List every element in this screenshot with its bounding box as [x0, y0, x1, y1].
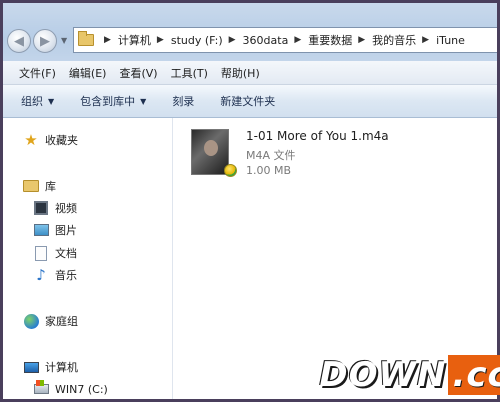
- breadcrumb-important-data[interactable]: 重要数据: [308, 32, 352, 48]
- file-type: M4A 文件: [246, 149, 296, 162]
- chevron-right-icon[interactable]: ▶: [294, 35, 301, 45]
- sidebar-item-label: 音乐: [55, 269, 77, 282]
- organize-label: 组织: [21, 95, 43, 108]
- include-in-library-label: 包含到库中: [80, 95, 136, 108]
- back-button[interactable]: ◀: [7, 29, 31, 53]
- address-area: ◀ ▶ ▼ ▶ 计算机 ▶ study (F:) ▶ 360data ▶ 重要数…: [3, 3, 497, 61]
- picture-icon: [33, 222, 49, 238]
- computer-icon: [23, 359, 39, 375]
- watermark-main: DOWN: [319, 355, 447, 395]
- star-icon: ★: [24, 131, 38, 149]
- sidebar-item-homegroup[interactable]: 家庭组: [23, 313, 78, 329]
- breadcrumb-360data[interactable]: 360data: [243, 34, 289, 47]
- sidebar-item-pictures[interactable]: 图片: [33, 222, 77, 238]
- sidebar-item-documents[interactable]: 文档: [33, 245, 77, 261]
- chevron-right-icon[interactable]: ▶: [104, 35, 111, 45]
- sidebar-item-label: 视频: [55, 202, 77, 215]
- video-icon: [33, 200, 49, 216]
- sidebar-item-label: 家庭组: [45, 315, 78, 328]
- sidebar-item-label: 文档: [55, 247, 77, 260]
- folder-icon: [78, 31, 94, 46]
- sidebar-item-libraries[interactable]: 库: [23, 178, 56, 194]
- chevron-right-icon[interactable]: ▶: [229, 35, 236, 45]
- caret-down-icon: ▼: [140, 96, 147, 106]
- sidebar-item-music[interactable]: ♪ 音乐: [33, 266, 77, 284]
- breadcrumb-computer[interactable]: 计算机: [118, 32, 151, 48]
- menu-tools[interactable]: 工具(T): [171, 65, 208, 81]
- chevron-right-icon[interactable]: ▶: [358, 35, 365, 45]
- command-bar: 组织 ▼ 包含到库中 ▼ 刻录 新建文件夹: [3, 85, 497, 118]
- document-icon: [33, 245, 49, 261]
- sidebar-item-drive-c[interactable]: WIN7 (C:): [33, 380, 108, 397]
- menu-view[interactable]: 查看(V): [119, 65, 157, 81]
- sidebar-item-favorites[interactable]: ★ 收藏夹: [23, 131, 78, 149]
- media-badge-icon: [224, 164, 237, 177]
- sidebar-item-videos[interactable]: 视频: [33, 200, 77, 216]
- organize-button[interactable]: 组织 ▼: [21, 93, 54, 109]
- chevron-right-icon[interactable]: ▶: [157, 35, 164, 45]
- caret-down-icon: ▼: [48, 96, 55, 106]
- arrow-left-icon: ◀: [14, 33, 24, 49]
- new-folder-button[interactable]: 新建文件夹: [220, 93, 275, 109]
- navigation-pane: ★ 收藏夹 库 视频 图片 文档 ♪ 音乐 家庭组 计算机 WIN7 (C:): [3, 118, 173, 399]
- sidebar-item-computer[interactable]: 计算机: [23, 359, 78, 375]
- watermark-tld: .cc: [448, 355, 500, 395]
- menu-help[interactable]: 帮助(H): [221, 65, 260, 81]
- burn-button[interactable]: 刻录: [172, 93, 194, 109]
- sidebar-item-label: 计算机: [45, 361, 78, 374]
- file-size: 1.00 MB: [246, 164, 292, 177]
- sidebar-item-label: 收藏夹: [45, 134, 78, 147]
- recent-pages-dropdown-icon[interactable]: ▼: [61, 36, 67, 45]
- music-note-icon: ♪: [36, 266, 46, 284]
- site-watermark-logo: DOWN.cc: [319, 354, 500, 396]
- sidebar-item-label: 图片: [55, 224, 77, 237]
- library-folder-icon: [23, 178, 39, 194]
- sidebar-item-label: WIN7 (C:): [55, 382, 108, 396]
- breadcrumb-my-music[interactable]: 我的音乐: [372, 32, 416, 48]
- breadcrumb-itunes[interactable]: iTune: [436, 34, 465, 47]
- explorer-window: ◀ ▶ ▼ ▶ 计算机 ▶ study (F:) ▶ 360data ▶ 重要数…: [3, 3, 497, 399]
- forward-button[interactable]: ▶: [33, 29, 57, 53]
- breadcrumb-study[interactable]: study (F:): [171, 34, 223, 47]
- sidebar-item-label: 库: [45, 180, 56, 193]
- menu-edit[interactable]: 编辑(E): [69, 65, 107, 81]
- windows-drive-icon: [33, 380, 49, 397]
- menu-file[interactable]: 文件(F): [19, 65, 56, 81]
- arrow-right-icon: ▶: [40, 33, 50, 49]
- include-in-library-button[interactable]: 包含到库中 ▼: [80, 93, 146, 109]
- homegroup-icon: [23, 313, 39, 329]
- menu-bar: 文件(F) 编辑(E) 查看(V) 工具(T) 帮助(H): [3, 61, 497, 85]
- file-name: 1-01 More of You 1.m4a: [246, 129, 389, 143]
- address-bar[interactable]: ▶ 计算机 ▶ study (F:) ▶ 360data ▶ 重要数据 ▶ 我的…: [73, 27, 497, 53]
- chevron-right-icon[interactable]: ▶: [422, 35, 429, 45]
